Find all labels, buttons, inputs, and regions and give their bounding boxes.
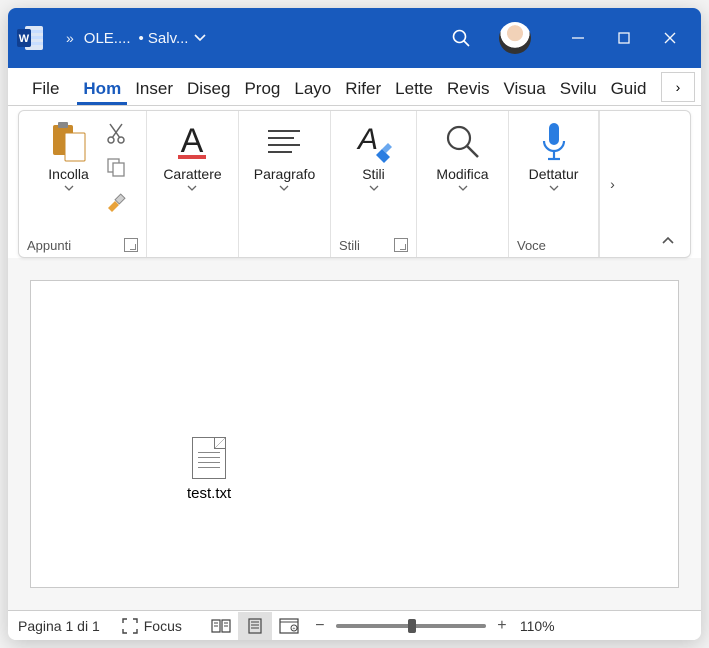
format-painter-button[interactable]	[104, 189, 128, 213]
user-avatar[interactable]	[499, 22, 531, 54]
web-layout-button[interactable]: +	[272, 612, 306, 640]
embedded-object[interactable]: test.txt	[187, 437, 231, 502]
styles-icon: A	[352, 119, 396, 165]
paragraph-dropdown-icon	[279, 185, 289, 191]
ribbon-tabs: File HomInserDisegProgLayoRiferLetteRevi…	[8, 68, 701, 106]
statusbar: Pagina 1 di 1 Focus + − + 110%	[8, 610, 701, 640]
font-dropdown-icon	[187, 185, 197, 191]
cut-button[interactable]	[104, 121, 128, 145]
titlebar: W » OLE.... • Salv...	[8, 8, 701, 68]
tab-hom[interactable]: Hom	[77, 73, 127, 105]
zoom-track[interactable]	[336, 624, 486, 628]
find-dropdown-icon	[458, 185, 468, 191]
zoom-value[interactable]: 110%	[520, 618, 555, 634]
group-voce: Dettatur Voce	[509, 111, 599, 257]
focus-mode-button[interactable]: Focus	[114, 612, 190, 640]
tab-visua[interactable]: Visua	[497, 73, 551, 105]
document-page[interactable]: test.txt	[30, 280, 679, 588]
styles-button[interactable]: A Stili	[341, 117, 407, 193]
document-area: test.txt	[8, 258, 701, 610]
ribbon: Incolla	[18, 110, 691, 258]
group-voce-label: Voce	[517, 238, 546, 253]
ribbon-area: Incolla	[8, 106, 701, 258]
paste-label: Incolla	[48, 167, 88, 182]
copy-button[interactable]	[104, 155, 128, 179]
paragraph-button[interactable]: Paragrafo	[248, 117, 321, 193]
maximize-button[interactable]	[601, 15, 647, 61]
save-state[interactable]: • Salv...	[138, 30, 188, 47]
text-file-icon	[192, 437, 226, 479]
focus-label: Focus	[144, 618, 182, 634]
tab-svilu[interactable]: Svilu	[554, 73, 603, 105]
document-name[interactable]: OLE....	[84, 30, 131, 47]
embedded-file-name: test.txt	[187, 485, 231, 502]
save-state-dropdown-icon[interactable]	[194, 34, 206, 42]
styles-dropdown-icon	[369, 185, 379, 191]
find-icon	[444, 119, 482, 165]
group-modifica: Modifica	[417, 111, 509, 257]
zoom-thumb[interactable]	[408, 619, 416, 633]
dictate-button[interactable]: Dettatur	[521, 117, 587, 193]
tab-diseg[interactable]: Diseg	[181, 73, 236, 105]
group-appunti: Incolla	[19, 111, 147, 257]
search-icon[interactable]	[451, 28, 479, 48]
tabs-more-button[interactable]: ›	[661, 72, 695, 102]
group-carattere: A Carattere	[147, 111, 239, 257]
word-app-icon: W	[16, 25, 46, 51]
zoom-out-button[interactable]: −	[312, 617, 328, 635]
close-button[interactable]	[647, 15, 693, 61]
svg-text:W: W	[19, 33, 30, 45]
svg-text:A: A	[181, 122, 204, 160]
styles-label: Stili	[362, 167, 385, 182]
stili-launcher-icon[interactable]	[394, 238, 408, 252]
paragraph-label: Paragrafo	[254, 167, 315, 182]
group-stili: A Stili Stili	[331, 111, 417, 257]
dictate-dropdown-icon	[549, 185, 559, 191]
font-label: Carattere	[163, 167, 221, 182]
tab-layo[interactable]: Layo	[288, 73, 337, 105]
tab-lette[interactable]: Lette	[389, 73, 439, 105]
find-button[interactable]: Modifica	[430, 117, 496, 193]
focus-icon	[122, 618, 138, 634]
group-paragrafo: Paragrafo	[239, 111, 331, 257]
ribbon-more-button[interactable]: ›	[599, 111, 625, 257]
microphone-icon	[539, 119, 569, 165]
svg-text:A: A	[355, 123, 377, 156]
page-info[interactable]: Pagina 1 di 1	[18, 618, 100, 634]
titlebar-overflow-icon[interactable]: »	[66, 30, 74, 46]
zoom-slider[interactable]: − +	[312, 617, 510, 635]
group-appunti-label: Appunti	[27, 238, 71, 253]
paragraph-icon	[264, 119, 304, 165]
read-mode-button[interactable]	[204, 612, 238, 640]
tab-inser[interactable]: Inser	[129, 73, 179, 105]
paste-button[interactable]: Incolla	[36, 117, 102, 193]
paste-icon	[49, 119, 89, 165]
paste-dropdown-icon	[64, 185, 74, 191]
dictate-label: Dettatur	[529, 167, 579, 182]
tab-guid[interactable]: Guid	[605, 73, 653, 105]
ribbon-collapse-button[interactable]	[656, 231, 680, 251]
font-icon: A	[172, 119, 212, 165]
zoom-in-button[interactable]: +	[494, 617, 510, 635]
group-stili-label: Stili	[339, 238, 360, 253]
find-label: Modifica	[436, 167, 488, 182]
appunti-launcher-icon[interactable]	[124, 238, 138, 252]
print-layout-button[interactable]	[238, 612, 272, 640]
tab-revis[interactable]: Revis	[441, 73, 496, 105]
font-button[interactable]: A Carattere	[157, 117, 227, 193]
svg-text:+: +	[292, 626, 295, 632]
tab-prog[interactable]: Prog	[238, 73, 286, 105]
minimize-button[interactable]	[555, 15, 601, 61]
tab-file[interactable]: File	[26, 73, 65, 105]
app-window: W » OLE.... • Salv... File HomInserDiseg…	[8, 8, 701, 640]
tab-rifer[interactable]: Rifer	[339, 73, 387, 105]
